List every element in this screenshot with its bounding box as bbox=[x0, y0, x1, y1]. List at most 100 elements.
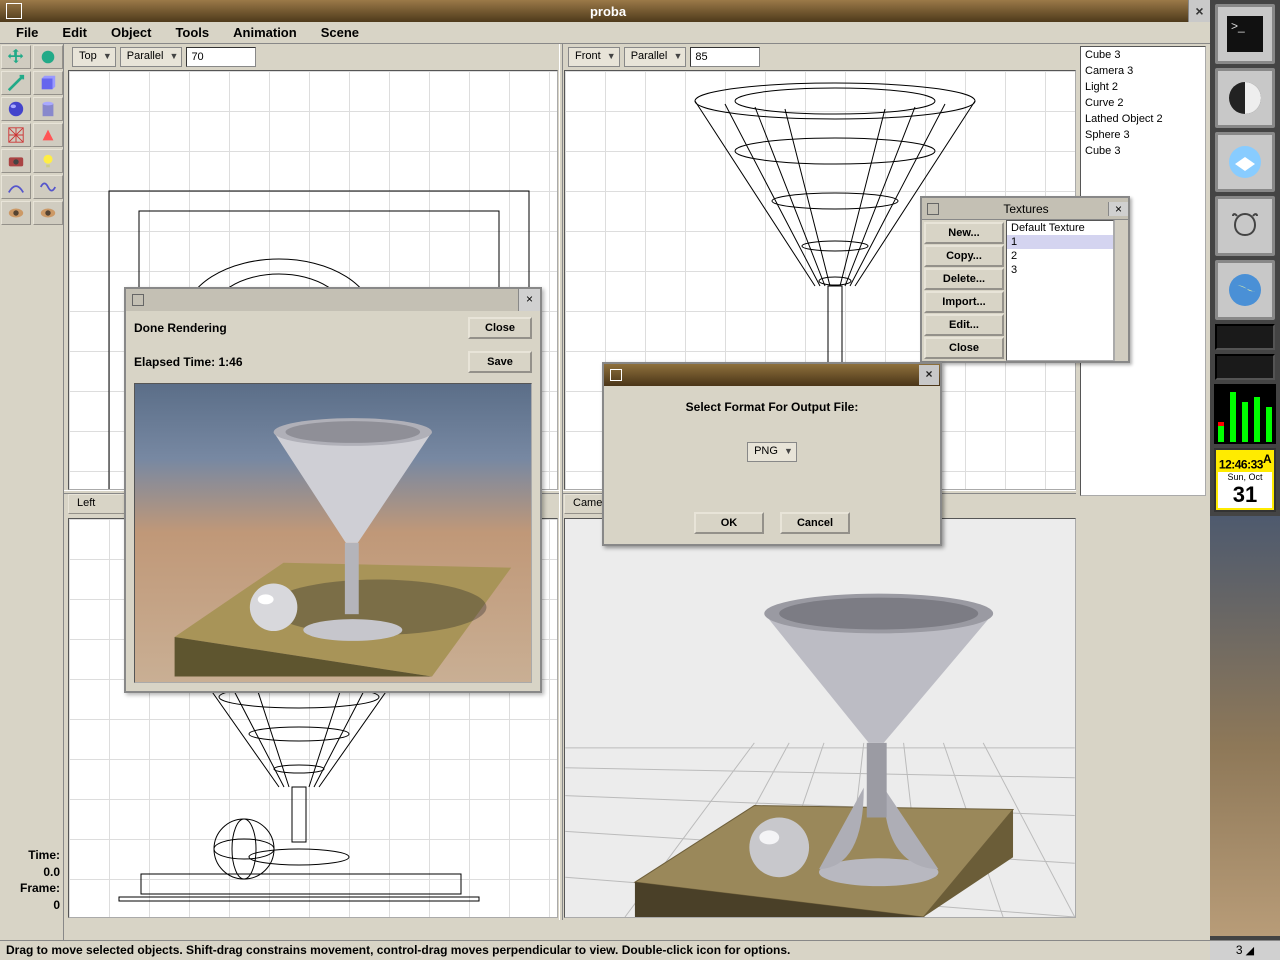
textures-copy-button[interactable]: Copy... bbox=[924, 245, 1004, 267]
menu-tools[interactable]: Tools bbox=[165, 23, 219, 42]
format-dialog-titlebar[interactable]: × bbox=[604, 364, 940, 386]
render-preview-image bbox=[134, 383, 532, 683]
textures-titlebar[interactable]: Textures × bbox=[922, 198, 1128, 220]
view-top-select[interactable]: Top bbox=[72, 47, 116, 67]
dock-globe-icon[interactable] bbox=[1215, 260, 1275, 320]
menu-edit[interactable]: Edit bbox=[52, 23, 97, 42]
dock-day: 31 bbox=[1218, 482, 1272, 508]
poly-tool-icon[interactable] bbox=[33, 123, 63, 147]
format-dialog-icon[interactable] bbox=[610, 369, 622, 381]
cylinder-tool-icon[interactable] bbox=[33, 97, 63, 121]
view-front-zoom-input[interactable] bbox=[690, 47, 760, 67]
render-close-button[interactable]: Close bbox=[468, 317, 532, 339]
list-item[interactable]: Camera 3 bbox=[1081, 63, 1205, 79]
time-label: Time: bbox=[4, 847, 60, 864]
cube-tool-icon[interactable] bbox=[33, 71, 63, 95]
textures-import-button[interactable]: Import... bbox=[924, 291, 1004, 313]
dock-app-icon[interactable] bbox=[1215, 68, 1275, 128]
eye-rotate-icon[interactable] bbox=[33, 201, 63, 225]
rotate-tool-icon[interactable] bbox=[33, 45, 63, 69]
format-dialog-close-icon[interactable]: × bbox=[919, 365, 939, 385]
vertical-splitter[interactable] bbox=[559, 44, 563, 920]
time-frame-panel: Time: 0.0 Frame: 0 bbox=[0, 845, 64, 916]
dock-mixer-icon[interactable] bbox=[1215, 324, 1275, 350]
window-titlebar: proba × bbox=[0, 0, 1210, 22]
textures-list[interactable]: Default Texture 1 2 3 bbox=[1006, 220, 1114, 361]
textures-window: Textures × New... Copy... Delete... Impo… bbox=[920, 196, 1130, 363]
dock-pager[interactable]: 3 ◢ bbox=[1210, 940, 1280, 960]
view-front-header: Front Parallel bbox=[564, 46, 760, 68]
list-item[interactable]: Light 2 bbox=[1081, 79, 1205, 95]
render-elapsed: Elapsed Time: 1:46 bbox=[134, 355, 460, 369]
render-titlebar[interactable]: × bbox=[126, 289, 540, 311]
textures-delete-button[interactable]: Delete... bbox=[924, 268, 1004, 290]
view-front-select[interactable]: Front bbox=[568, 47, 620, 67]
eye-move-icon[interactable] bbox=[1, 201, 31, 225]
textures-close-button2[interactable]: Close bbox=[924, 337, 1004, 359]
menu-animation[interactable]: Animation bbox=[223, 23, 307, 42]
view-front-projection-select[interactable]: Parallel bbox=[624, 47, 687, 67]
menu-object[interactable]: Object bbox=[101, 23, 161, 42]
dock-mail-icon[interactable] bbox=[1215, 132, 1275, 192]
view-top-projection-select[interactable]: Parallel bbox=[120, 47, 183, 67]
render-window-icon[interactable] bbox=[132, 294, 144, 306]
list-item[interactable]: Cube 3 bbox=[1081, 143, 1205, 159]
textures-edit-button[interactable]: Edit... bbox=[924, 314, 1004, 336]
list-item[interactable]: Default Texture bbox=[1007, 221, 1113, 235]
render-close-icon[interactable]: × bbox=[518, 289, 540, 311]
sphere-tool-icon[interactable] bbox=[1, 97, 31, 121]
window-title: proba bbox=[28, 4, 1188, 19]
time-value: 0.0 bbox=[4, 864, 60, 881]
textures-title: Textures bbox=[944, 202, 1108, 216]
list-item[interactable]: Lathed Object 2 bbox=[1081, 111, 1205, 127]
format-cancel-button[interactable]: Cancel bbox=[780, 512, 850, 534]
tool-palette: Time: 0.0 Frame: 0 bbox=[0, 44, 64, 940]
list-item[interactable]: 3 bbox=[1007, 263, 1113, 277]
curve-tool-icon[interactable] bbox=[1, 175, 31, 199]
dock-date: Sun, Oct bbox=[1218, 472, 1272, 482]
frame-label: Frame: bbox=[4, 880, 60, 897]
light-tool-icon[interactable] bbox=[33, 149, 63, 173]
view-left-label[interactable]: Left bbox=[68, 494, 128, 514]
menu-file[interactable]: File bbox=[6, 23, 48, 42]
textures-close-button[interactable]: × bbox=[1108, 202, 1128, 216]
dock-net-icon[interactable] bbox=[1215, 354, 1275, 380]
list-item[interactable]: Sphere 3 bbox=[1081, 127, 1205, 143]
dock-time: 12:46:33 bbox=[1219, 457, 1263, 471]
format-select[interactable]: PNG bbox=[747, 442, 797, 462]
move-tool-icon[interactable] bbox=[1, 45, 31, 69]
view-top-zoom-input[interactable] bbox=[186, 47, 256, 67]
camera-tool-icon[interactable] bbox=[1, 149, 31, 173]
render-status: Done Rendering bbox=[134, 321, 460, 335]
dock-gnu-icon[interactable] bbox=[1215, 196, 1275, 256]
dock-terminal-icon[interactable]: >_ bbox=[1215, 4, 1275, 64]
render-save-button[interactable]: Save bbox=[468, 351, 532, 373]
window-close-button[interactable]: × bbox=[1188, 0, 1210, 22]
list-item[interactable]: 1 bbox=[1007, 235, 1113, 249]
scale-tool-icon[interactable] bbox=[1, 71, 31, 95]
format-ok-button[interactable]: OK bbox=[694, 512, 764, 534]
view-top-header: Top Parallel bbox=[68, 46, 256, 68]
window-menu-icon[interactable] bbox=[6, 3, 22, 19]
menu-scene[interactable]: Scene bbox=[311, 23, 369, 42]
format-dialog-prompt: Select Format For Output File: bbox=[614, 400, 930, 414]
frame-value: 0 bbox=[4, 897, 60, 914]
textures-new-button[interactable]: New... bbox=[924, 222, 1004, 244]
dock-clock[interactable]: 12:46:33A Sun, Oct 31 bbox=[1214, 448, 1276, 512]
mesh-tool-icon[interactable] bbox=[1, 123, 31, 147]
viewport-camera[interactable] bbox=[564, 518, 1076, 918]
textures-scrollbar[interactable] bbox=[1114, 220, 1128, 361]
curve2-tool-icon[interactable] bbox=[33, 175, 63, 199]
format-dialog: × Select Format For Output File: PNG OK … bbox=[602, 362, 942, 546]
desktop-dock: >_ 12:46:33A Sun, Oct 31 3 ◢ bbox=[1210, 0, 1280, 960]
textures-window-icon[interactable] bbox=[927, 203, 939, 215]
list-item[interactable]: 2 bbox=[1007, 249, 1113, 263]
dock-ampm: A bbox=[1263, 452, 1271, 466]
dock-level-meters-icon[interactable] bbox=[1214, 384, 1276, 444]
menu-bar: File Edit Object Tools Animation Scene bbox=[0, 22, 1210, 44]
dock-wallpaper bbox=[1210, 516, 1280, 936]
list-item[interactable]: Curve 2 bbox=[1081, 95, 1205, 111]
dock-pager-label: 3 bbox=[1236, 943, 1243, 957]
list-item[interactable]: Cube 3 bbox=[1081, 47, 1205, 63]
status-bar: Drag to move selected objects. Shift-dra… bbox=[0, 940, 1210, 960]
